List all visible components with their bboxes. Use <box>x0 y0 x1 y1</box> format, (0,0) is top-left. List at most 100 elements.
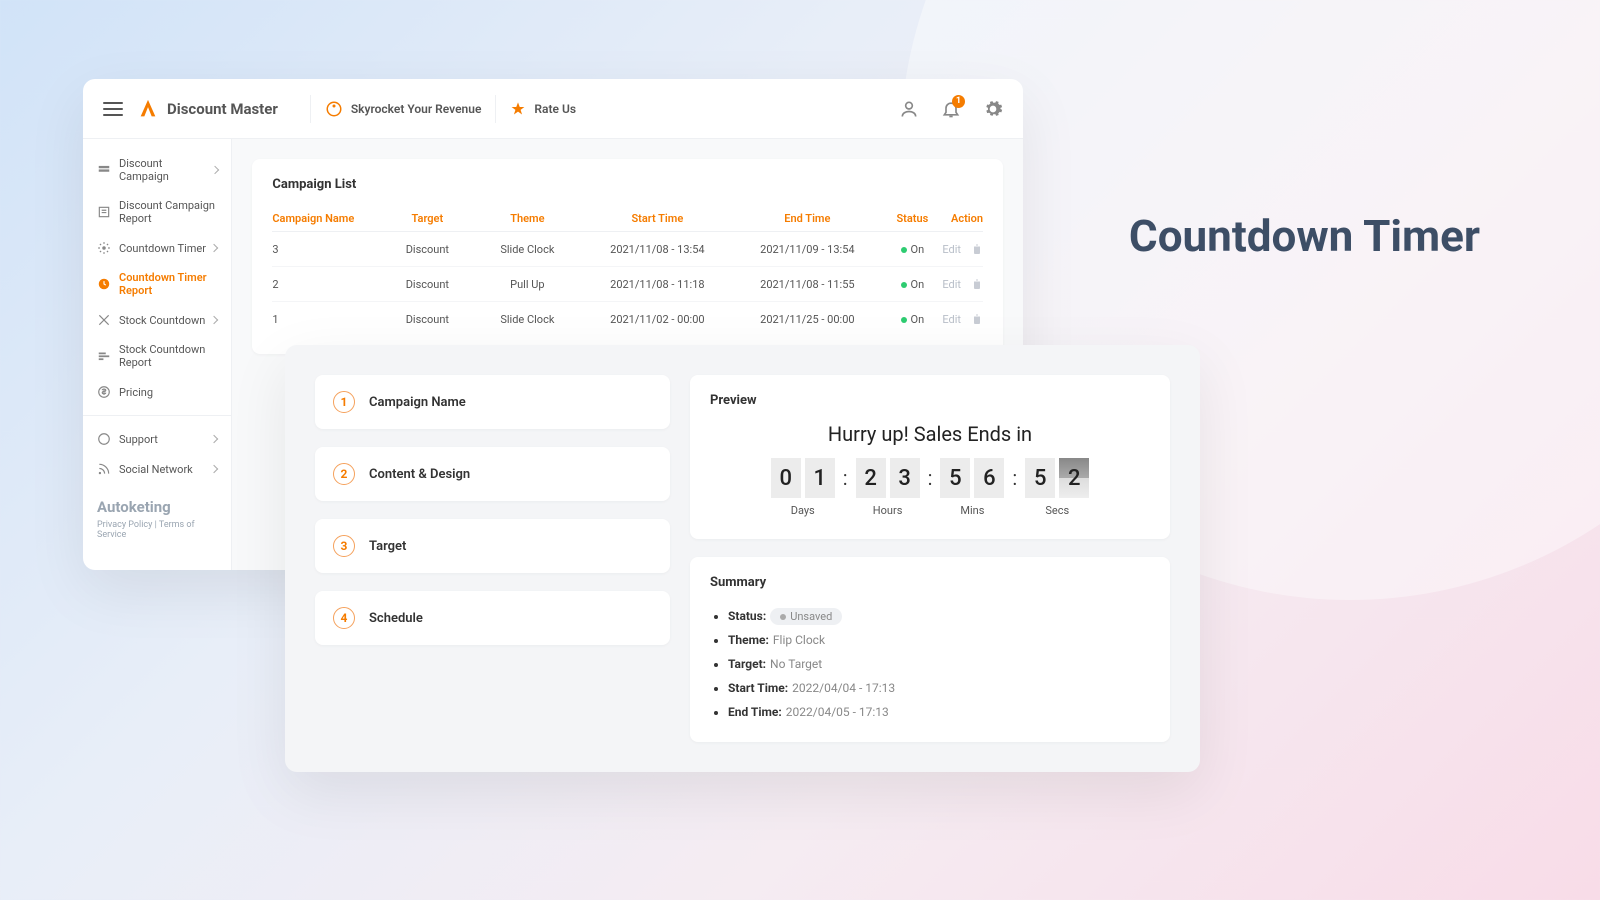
th-theme: Theme <box>472 212 582 225</box>
trash-icon[interactable] <box>971 277 983 291</box>
th-status: Status <box>882 212 942 225</box>
sidebar-item-discount-report[interactable]: Discount Campaign Report <box>83 191 231 233</box>
cell-status: On <box>882 278 942 291</box>
footer-legal[interactable]: Privacy Policy | Terms of Service <box>97 520 217 540</box>
editor-window: 1 Campaign Name 2 Content & Design 3 Target… <box>285 345 1200 772</box>
timer-hours: 23 Hours <box>856 458 920 517</box>
cell-name: 1 <box>272 313 382 326</box>
cell-start: 2021/11/08 - 11:18 <box>582 278 732 291</box>
summary-target: Target:No Target <box>728 652 1150 676</box>
cell-target: Discount <box>382 243 472 256</box>
timer-mins: 56 Mins <box>940 458 1004 517</box>
hero-title: Countdown Timer <box>1129 210 1480 262</box>
cell-status: On <box>882 313 942 326</box>
hamburger-icon[interactable] <box>103 102 123 116</box>
dollar-icon <box>97 385 111 399</box>
chevron-right-icon <box>210 465 218 473</box>
step-number: 2 <box>333 463 355 485</box>
chat-icon <box>97 432 111 446</box>
digit: 1 <box>805 458 835 498</box>
steps-column: 1 Campaign Name 2 Content & Design 3 Target… <box>315 375 670 742</box>
edit-link[interactable]: Edit <box>942 278 961 291</box>
sidebar-item-social[interactable]: Social Network <box>83 454 231 484</box>
digit: 3 <box>890 458 920 498</box>
star-icon <box>510 101 526 117</box>
step-label: Content & Design <box>369 467 470 482</box>
th-name: Campaign Name <box>272 212 382 225</box>
rate-us-link[interactable]: Rate Us <box>534 102 576 116</box>
step-schedule[interactable]: 4Schedule <box>315 591 670 645</box>
preview-headline: Hurry up! Sales Ends in <box>710 422 1150 446</box>
timer-label: Secs <box>1045 504 1069 517</box>
timer-label: Hours <box>873 504 903 517</box>
cell-end: 2021/11/09 - 13:54 <box>732 243 882 256</box>
sidebar-item-countdown-timer[interactable]: Countdown Timer <box>83 233 231 263</box>
user-icon[interactable] <box>899 99 919 119</box>
colon-separator: : <box>839 458 852 498</box>
step-number: 4 <box>333 607 355 629</box>
summary-end: End Time:2022/04/05 - 17:13 <box>728 700 1150 724</box>
sidebar-item-stock-report[interactable]: Stock Countdown Report <box>83 335 231 377</box>
step-content-design[interactable]: 2 Content & Design <box>315 447 670 501</box>
th-start: Start Time <box>582 212 732 225</box>
clock-icon <box>97 277 111 291</box>
sidebar-item-discount-campaign[interactable]: Discount Campaign <box>83 149 231 191</box>
edit-link[interactable]: Edit <box>942 313 961 326</box>
cell-status: On <box>882 243 942 256</box>
cell-target: Discount <box>382 278 472 291</box>
cell-name: 2 <box>272 278 382 291</box>
status-dot-icon <box>901 247 907 253</box>
gear-small-icon <box>97 241 111 255</box>
sidebar-item-label: Stock Countdown Report <box>119 343 217 369</box>
colon-separator: : <box>1008 458 1021 498</box>
sidebar-item-label: Discount Campaign <box>119 157 212 183</box>
table-row: 2 Discount Pull Up 2021/11/08 - 11:18 20… <box>272 267 983 302</box>
footer-brand: Autoketing <box>97 498 217 516</box>
summary-start: Start Time:2022/04/04 - 17:13 <box>728 676 1150 700</box>
chevron-right-icon <box>210 316 218 324</box>
sidebar-item-support[interactable]: Support <box>83 424 231 454</box>
trash-icon[interactable] <box>971 312 983 326</box>
digit: 0 <box>771 458 801 498</box>
cell-theme: Slide Clock <box>472 243 582 256</box>
digit: 2 <box>856 458 886 498</box>
th-target: Target <box>382 212 472 225</box>
gear-icon[interactable] <box>983 99 1003 119</box>
table-header: Campaign Name Target Theme Start Time En… <box>272 206 983 232</box>
table-row: 1 Discount Slide Clock 2021/11/02 - 00:0… <box>272 302 983 336</box>
sidebar-item-label: Countdown Timer <box>119 242 206 255</box>
step-campaign-name[interactable]: 1 Campaign Name <box>315 375 670 429</box>
sidebar-item-pricing[interactable]: Pricing <box>83 377 231 407</box>
topbar: Discount Master Skyrocket Your Revenue R… <box>83 79 1023 139</box>
colon-separator: : <box>924 458 937 498</box>
divider <box>495 95 496 123</box>
campaign-list-card: Campaign List Campaign Name Target Theme… <box>252 159 1003 354</box>
sidebar-item-countdown-report[interactable]: Countdown Timer Report <box>83 263 231 305</box>
sidebar-item-label: Pricing <box>119 386 153 399</box>
step-number: 3 <box>333 535 355 557</box>
rocket-icon <box>325 100 343 118</box>
digit: 5 <box>1025 458 1055 498</box>
bell-icon[interactable]: 1 <box>941 99 961 119</box>
status-dot-icon <box>901 317 907 323</box>
rss-icon <box>97 462 111 476</box>
step-number: 1 <box>333 391 355 413</box>
trash-icon[interactable] <box>971 242 983 256</box>
sidebar-divider <box>83 415 231 416</box>
skyrocket-link[interactable]: Skyrocket Your Revenue <box>351 102 482 116</box>
notif-badge: 1 <box>952 95 965 108</box>
status-dot-icon <box>901 282 907 288</box>
sidebar: Discount Campaign Discount Campaign Repo… <box>83 139 232 570</box>
cell-end: 2021/11/08 - 11:55 <box>732 278 882 291</box>
step-label: Campaign Name <box>369 395 466 410</box>
countdown-timer: 01 Days : 23 Hours : 56 Mins : 5 2 Secs <box>710 458 1150 517</box>
timer-label: Days <box>791 504 815 517</box>
summary-title: Summary <box>710 575 1150 590</box>
edit-link[interactable]: Edit <box>942 243 961 256</box>
step-target[interactable]: 3 Target <box>315 519 670 573</box>
step-label: Target <box>369 539 406 554</box>
sidebar-item-label: Social Network <box>119 463 193 476</box>
cell-target: Discount <box>382 313 472 326</box>
chevron-right-icon <box>210 244 218 252</box>
sidebar-item-stock-countdown[interactable]: Stock Countdown <box>83 305 231 335</box>
